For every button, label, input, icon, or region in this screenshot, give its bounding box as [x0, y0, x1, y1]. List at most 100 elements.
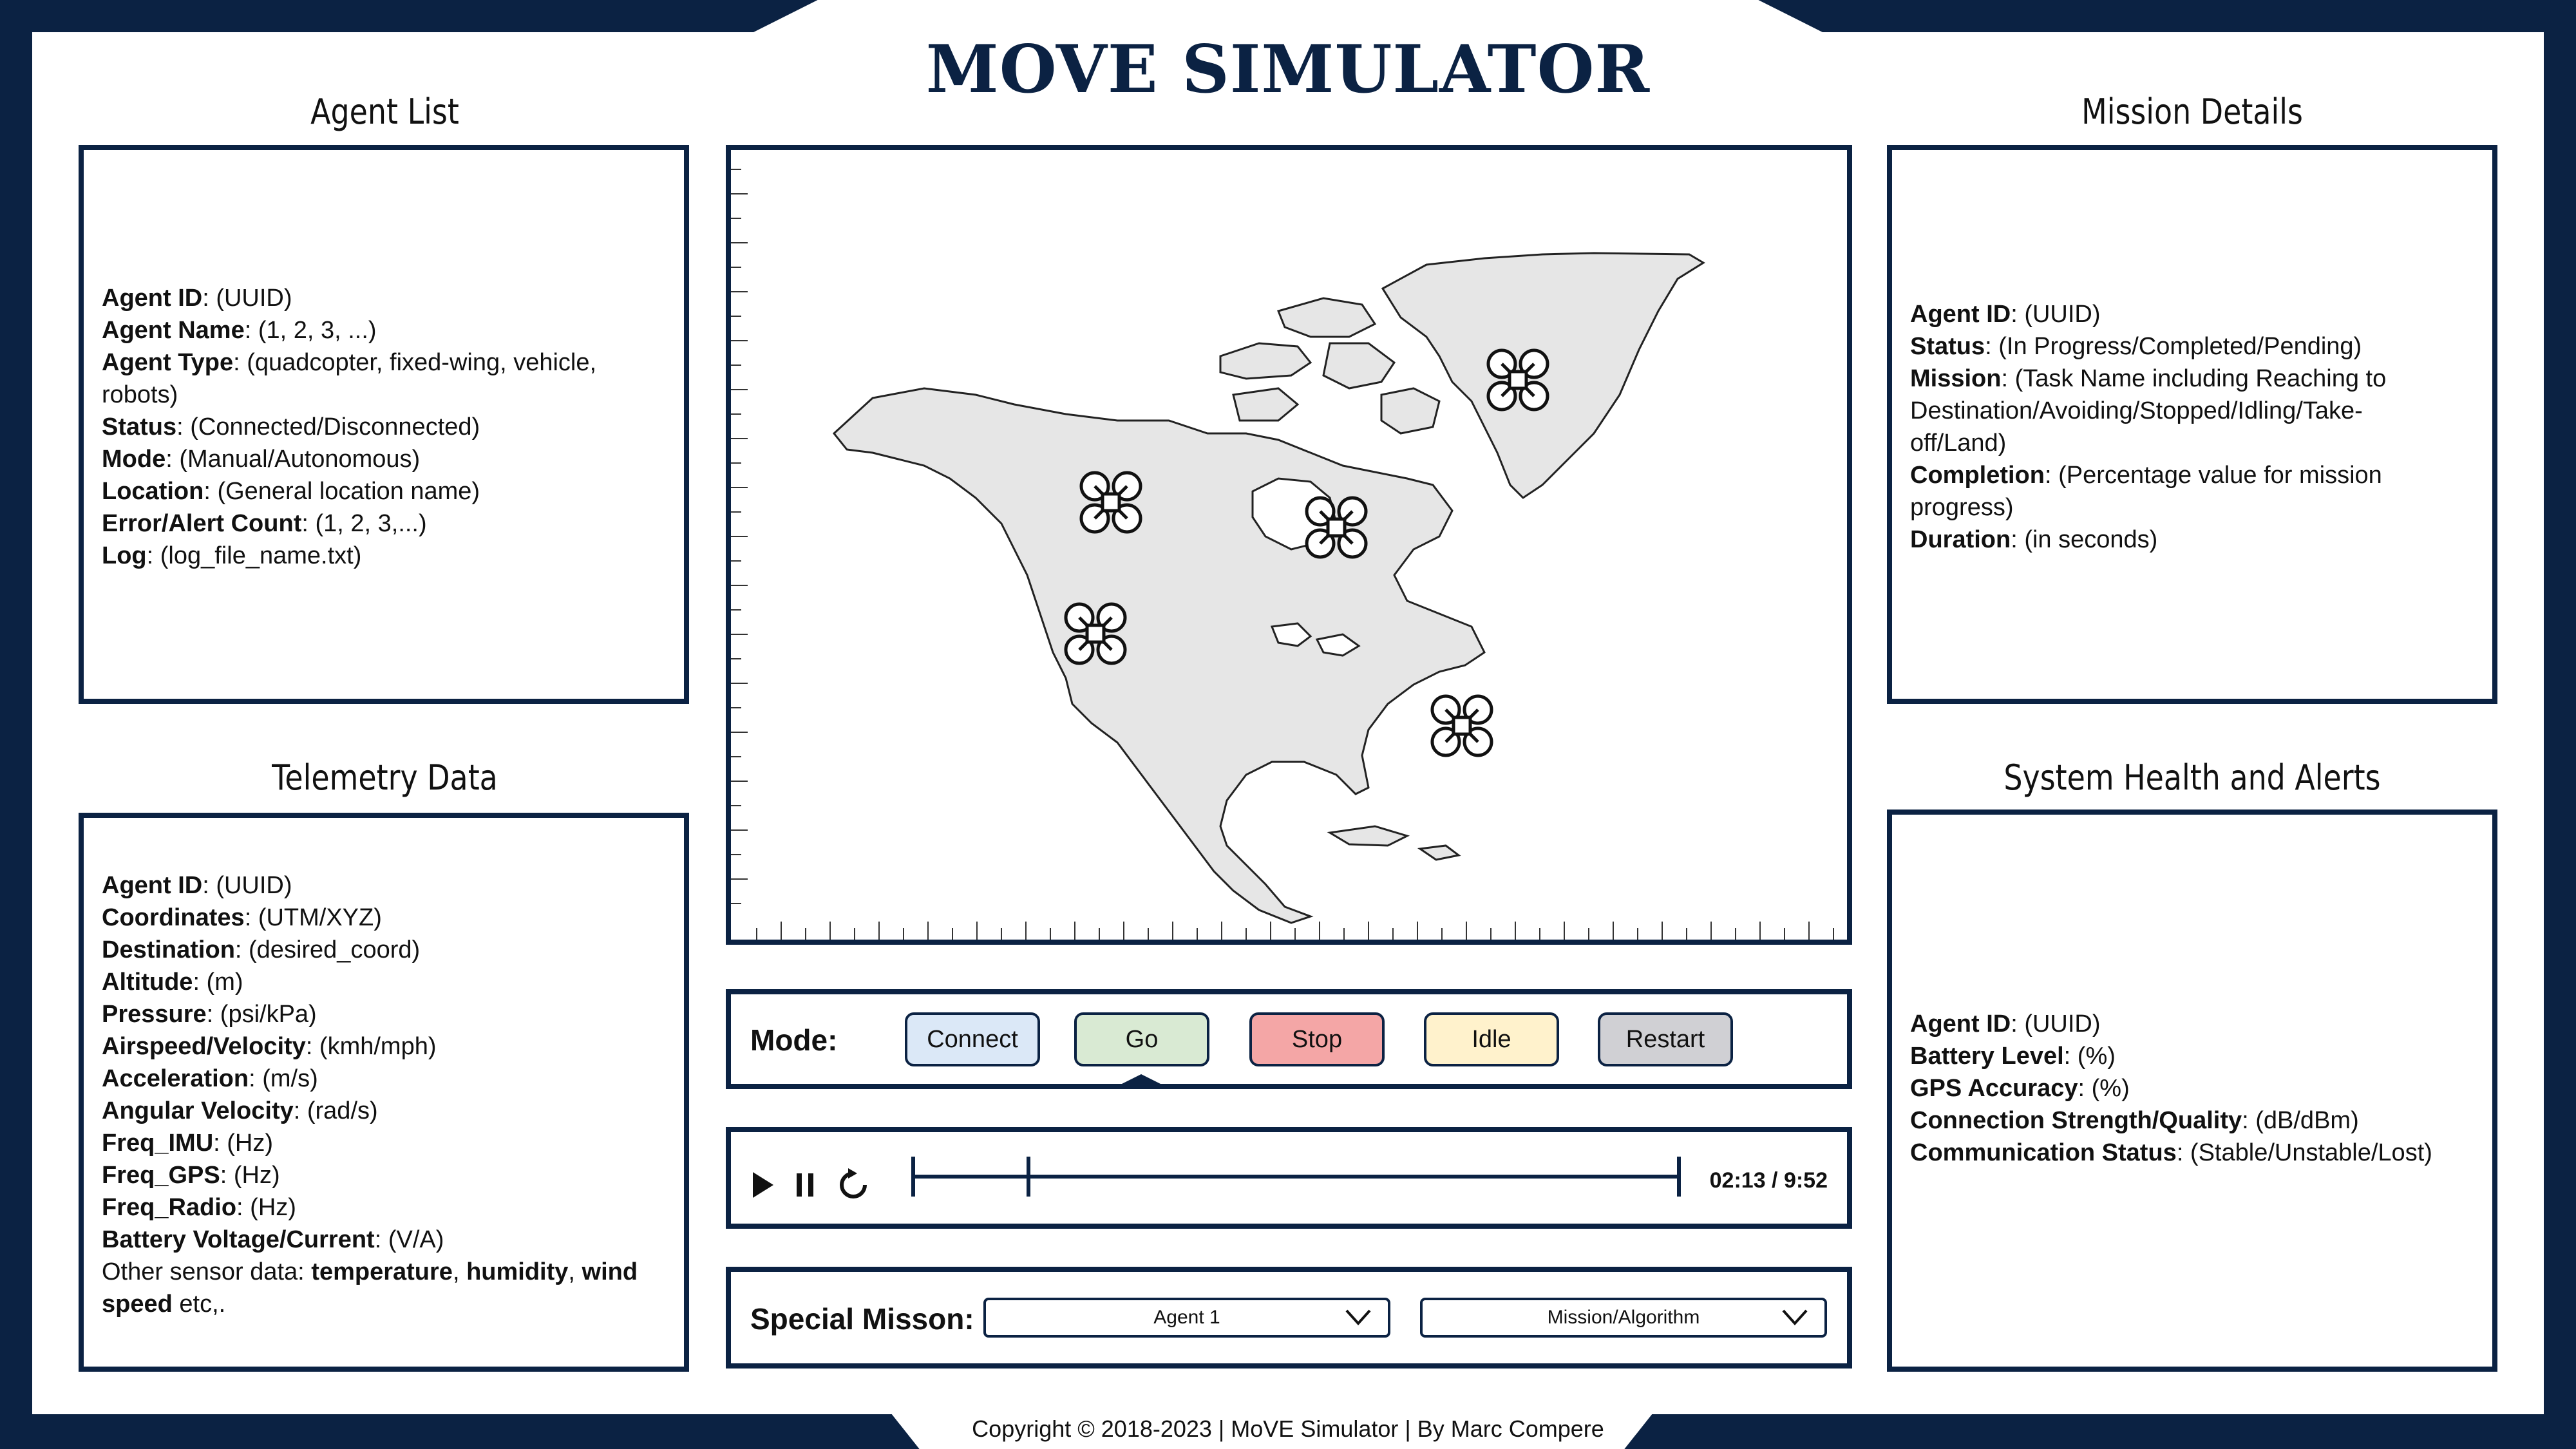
field-value: : (V/A) — [374, 1226, 444, 1253]
mission-row: off/Land) — [1910, 427, 2386, 459]
restart-button[interactable]: Restart — [1598, 1012, 1733, 1066]
field-label: Freq_IMU — [102, 1130, 214, 1157]
telemetry-row: Pressure: (psi/kPa) — [102, 998, 444, 1030]
timeline-start-tick — [911, 1157, 915, 1197]
mission-row: Status: (In Progress/Completed/Pending) — [1910, 330, 2386, 363]
timeline-end-tick — [1677, 1157, 1681, 1197]
chevron-down-icon — [1782, 1309, 1808, 1325]
agent_list-row: Log: (log_file_name.txt) — [102, 540, 596, 572]
arctic-island-5 — [1232, 387, 1300, 422]
telemetry-title: Telemetry Data — [272, 757, 498, 798]
field-label: Log — [102, 542, 147, 569]
special-mission-bar: Special Misson: Agent 1 Mission/Algorith… — [726, 1267, 1852, 1368]
agent_list-row: Mode: (Manual/Autonomous) — [102, 443, 596, 475]
other-sensor-data: Other sensor data: temperature, humidity… — [102, 1258, 638, 1318]
field-value: : (UUID) — [2011, 301, 2101, 328]
field-value: : (Hz) — [213, 1130, 274, 1157]
playback-time: 02:13 / 9:52 — [1709, 1168, 1828, 1193]
field-label: Destination — [102, 936, 235, 963]
mission-row: Agent ID: (UUID) — [1910, 298, 2386, 330]
selected-mode-indicator — [1113, 1074, 1170, 1088]
hispaniola-shape — [1417, 844, 1461, 861]
quadcopter-icon[interactable] — [1430, 694, 1493, 757]
field-value: : (%) — [2063, 1043, 2116, 1070]
field-label: Coordinates — [102, 904, 245, 931]
field-value: : (desired_coord) — [234, 936, 421, 963]
field-label: Connection Strength/Quality — [1910, 1107, 2242, 1134]
field-label: Agent Type — [102, 349, 234, 376]
field-label: GPS Accuracy — [1910, 1075, 2078, 1102]
copyright-footer: Copyright © 2018-2023 | MoVE Simulator |… — [972, 1416, 1604, 1442]
mission-dropdown[interactable]: Mission/Algorithm — [1420, 1298, 1827, 1338]
field-value: : (UTM/XYZ) — [244, 904, 382, 931]
arctic-island-4 — [1380, 387, 1441, 435]
field-label: Angular Velocity — [102, 1097, 294, 1124]
field-label: Duration — [1910, 526, 2011, 553]
special-mission-label: Special Misson: — [750, 1302, 974, 1336]
telemetry-panel: Agent ID: (UUID) Coordinates: (UTM/XYZ) De… — [79, 813, 689, 1372]
field-label: Freq_GPS — [102, 1162, 220, 1189]
field-value: : (quadcopter, fixed-wing, vehicle, — [233, 349, 597, 376]
playback-timeline[interactable] — [911, 1157, 1681, 1197]
bottom-ruler — [756, 922, 1834, 940]
field-value: : (%) — [2078, 1075, 2130, 1102]
map-viewport[interactable] — [726, 145, 1852, 945]
agent-list-title: Agent List — [310, 91, 459, 132]
map-canvas — [731, 169, 1834, 940]
field-value: : (UUID) — [202, 872, 292, 899]
field-value: off/Land) — [1910, 430, 2007, 457]
arctic-island-1 — [1219, 342, 1312, 380]
field-label: Status — [1910, 333, 1985, 360]
telemetry-row: Altitude: (m) — [102, 966, 444, 998]
field-value: : (Percentage value for mission — [2044, 462, 2382, 489]
field-value: : (log_file_name.txt) — [146, 542, 362, 569]
field-value: : (General location name) — [204, 478, 480, 505]
stop-button[interactable]: Stop — [1249, 1012, 1385, 1066]
chevron-down-icon — [1345, 1309, 1371, 1325]
connect-button[interactable]: Connect — [905, 1012, 1040, 1066]
field-label: Airspeed/Velocity — [102, 1033, 306, 1060]
field-label: Mission — [1910, 365, 2002, 392]
health-title: System Health and Alerts — [2003, 757, 2381, 798]
arctic-island-2 — [1276, 297, 1377, 338]
health-row: Communication Status: (Stable/Unstable/L… — [1910, 1137, 2432, 1169]
mission-row: Duration: (in seconds) — [1910, 524, 2386, 556]
mission-info: Agent ID: (UUID) Status: (In Progress/Com… — [1910, 298, 2386, 556]
telemetry-row: Coordinates: (UTM/XYZ) — [102, 902, 444, 934]
agent-dropdown[interactable]: Agent 1 — [983, 1298, 1390, 1338]
north-america-land — [832, 252, 1705, 924]
field-value: : (psi/kPa) — [206, 1001, 317, 1028]
timeline-playhead[interactable] — [1027, 1157, 1031, 1197]
field-value: : (UUID) — [202, 285, 292, 312]
field-value: : (in seconds) — [2011, 526, 2158, 553]
go-button[interactable]: Go — [1074, 1012, 1209, 1066]
mission-row: Destination/Avoiding/Stopped/Idling/Take… — [1910, 395, 2386, 427]
playback-controls — [750, 1166, 871, 1204]
agent-list-info: Agent ID: (UUID) Agent Name: (1, 2, 3, ..… — [102, 282, 596, 572]
field-label: Pressure — [102, 1001, 207, 1028]
telemetry-row: Agent ID: (UUID) — [102, 869, 444, 902]
left-ruler — [731, 169, 748, 904]
field-value: : (Hz) — [236, 1194, 296, 1221]
pause-icon[interactable] — [793, 1170, 819, 1200]
mission-dropdown-value: Mission/Algorithm — [1547, 1307, 1700, 1328]
header-tab — [753, 0, 1823, 32]
field-label: Location — [102, 478, 204, 505]
play-icon[interactable] — [750, 1170, 776, 1200]
agent_list-row: Agent ID: (UUID) — [102, 282, 596, 314]
field-label: Battery Level — [1910, 1043, 2064, 1070]
agent_list-row: Status: (Connected/Disconnected) — [102, 411, 596, 443]
field-value: Destination/Avoiding/Stopped/Idling/Take… — [1910, 397, 2363, 424]
field-value: : (UUID) — [2011, 1010, 2101, 1037]
health-row: GPS Accuracy: (%) — [1910, 1072, 2432, 1104]
telemetry-info: Agent ID: (UUID) Coordinates: (UTM/XYZ) De… — [102, 869, 444, 1256]
field-label: Agent ID — [102, 285, 203, 312]
idle-button[interactable]: Idle — [1424, 1012, 1559, 1066]
field-label: Mode — [102, 446, 166, 473]
restart-icon[interactable] — [835, 1167, 871, 1203]
field-value: : (Connected/Disconnected) — [176, 413, 480, 440]
telemetry-row: Freq_Radio: (Hz) — [102, 1191, 444, 1224]
telemetry-row: Freq_GPS: (Hz) — [102, 1159, 444, 1191]
mission-row: Mission: (Task Name including Reaching t… — [1910, 363, 2386, 395]
field-label: Altitude — [102, 969, 193, 996]
